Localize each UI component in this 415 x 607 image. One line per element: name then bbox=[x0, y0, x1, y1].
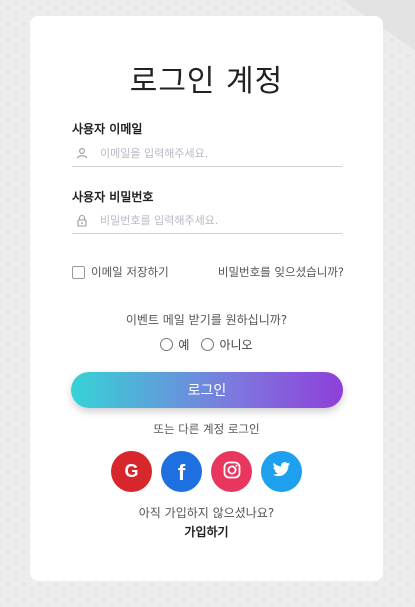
checkbox-box[interactable] bbox=[72, 265, 85, 279]
radio-circle[interactable] bbox=[160, 338, 174, 351]
login-button[interactable]: 로그인 bbox=[71, 372, 343, 408]
email-input[interactable] bbox=[98, 145, 342, 161]
email-label: 사용자 이메일 bbox=[72, 122, 143, 136]
social-login-row: G f bbox=[30, 451, 383, 492]
password-label: 사용자 비밀번호 bbox=[72, 190, 154, 204]
instagram-login-button[interactable] bbox=[211, 451, 252, 492]
facebook-icon: f bbox=[177, 459, 186, 485]
twitter-login-button[interactable] bbox=[261, 451, 302, 492]
radio-circle[interactable] bbox=[201, 338, 215, 351]
instagram-icon bbox=[223, 461, 241, 483]
email-field-wrapper bbox=[72, 140, 342, 167]
signup-question: 아직 가입하지 않으셨나요? bbox=[138, 506, 275, 520]
user-icon bbox=[74, 145, 90, 161]
event-mail-question: 이벤트 메일 받기를 원하십니까? bbox=[125, 313, 288, 327]
forgot-password-link[interactable]: 비밀번호를 잊으셨습니까? bbox=[218, 264, 344, 280]
event-mail-radio-group: 예 아니오 bbox=[30, 336, 383, 353]
remember-email-label: 이메일 저장하기 bbox=[91, 265, 169, 279]
google-icon: G bbox=[124, 461, 139, 481]
lock-icon bbox=[74, 212, 90, 228]
twitter-icon bbox=[272, 461, 291, 482]
login-options-row: 이메일 저장하기 비밀번호를 잊으셨습니까? bbox=[72, 264, 344, 280]
radio-yes[interactable]: 예 bbox=[160, 336, 189, 353]
remember-email-checkbox[interactable]: 이메일 저장하기 bbox=[72, 264, 169, 280]
radio-no-label: 아니오 bbox=[219, 338, 253, 352]
radio-no[interactable]: 아니오 bbox=[201, 336, 253, 353]
page-title: 로그인 계정 bbox=[129, 64, 284, 99]
facebook-login-button[interactable]: f bbox=[161, 451, 202, 492]
google-login-button[interactable]: G bbox=[111, 451, 152, 492]
login-card: 로그인 계정 사용자 이메일 사용자 비밀번호 이메일 저장하기 비밀번호를 잊… bbox=[30, 16, 383, 581]
radio-yes-label: 예 bbox=[178, 338, 190, 352]
signup-link[interactable]: 가입하기 bbox=[30, 523, 383, 540]
password-input[interactable] bbox=[98, 212, 342, 228]
password-field-wrapper bbox=[72, 207, 342, 234]
alt-login-label: 또는 다른 계정 로그인 bbox=[153, 422, 260, 436]
